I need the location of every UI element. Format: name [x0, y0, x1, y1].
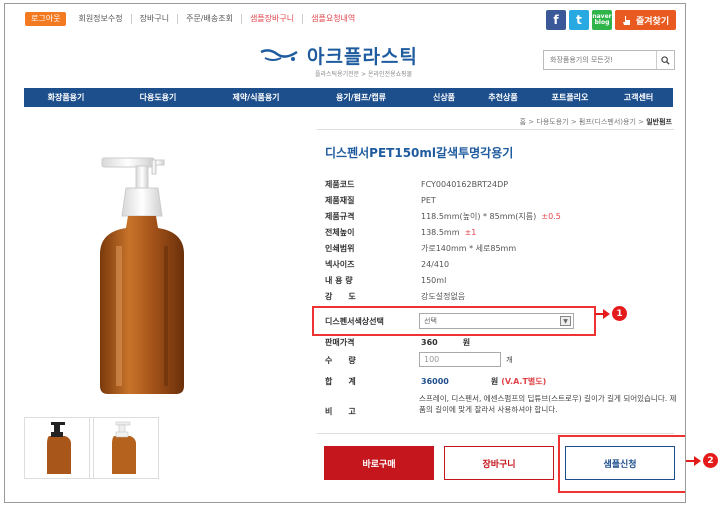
spec-label: 제품코드	[325, 179, 355, 189]
toplink-order-status[interactable]: 주문/배송조회	[177, 14, 241, 24]
favorites-button[interactable]: 즐겨찾기	[615, 10, 677, 30]
total-value: 36000	[421, 376, 449, 386]
total-unit: 원	[490, 376, 499, 386]
price-value: 360 원	[421, 337, 471, 347]
social-links: f t naver blog 즐겨찾기	[546, 10, 677, 30]
spec-label: 강 도	[325, 291, 356, 301]
annotation-marker-1: 1	[612, 306, 627, 321]
spec-row: 전체높이 138.5mm ±1	[325, 224, 675, 240]
spec-value: 150ml	[421, 275, 447, 285]
nav-pharma-food[interactable]: 제약/식품용기	[208, 88, 304, 107]
hand-icon	[623, 15, 630, 25]
spec-label: 내 용 량	[325, 275, 353, 285]
spec-label: 제품규격	[325, 211, 355, 221]
annotation-arrowhead	[603, 309, 610, 319]
nav-recommended[interactable]: 추천상품	[470, 88, 536, 107]
nav-new[interactable]: 신상품	[418, 88, 470, 107]
price-label: 판매가격	[325, 337, 355, 347]
spec-row: 인쇄범위 가로140mm * 세로85mm	[325, 240, 675, 256]
buy-now-button[interactable]: 바로구매	[324, 446, 434, 480]
total-row: 합 계 36000 원 (V.A.T별도)	[325, 373, 675, 389]
search-button[interactable]	[656, 51, 674, 69]
nav-multipurpose[interactable]: 다용도용기	[108, 88, 208, 107]
tolerance: ±1	[464, 227, 477, 237]
toplink-member-edit[interactable]: 회원정보수정	[70, 14, 130, 24]
logout-button[interactable]: 로그아웃	[25, 12, 67, 26]
nav-portfolio[interactable]: 포트폴리오	[536, 88, 604, 107]
main-nav: 화장품용기 다용도용기 제약/식품용기 용기/펌프/캡류 신상품 추천상품 포트…	[24, 88, 673, 107]
product-thumbnail[interactable]	[89, 417, 159, 479]
logo-subtitle: 플라스틱용기전문 > 온라인전용쇼핑몰	[315, 71, 413, 78]
note-label: 비 고	[325, 406, 356, 416]
color-select-dropdown[interactable]: 선택 ▼	[419, 313, 574, 329]
spec-label: 넥사이즈	[325, 259, 355, 269]
naver-blog-icon[interactable]: naver blog	[592, 10, 612, 30]
product-title: 디스펜서PET150ml갈색투명각용기	[325, 146, 514, 160]
wave-logo-icon	[260, 48, 298, 61]
total-label: 합 계	[325, 376, 356, 386]
nav-pump-cap[interactable]: 용기/펌프/캡류	[304, 88, 418, 107]
spec-label: 인쇄범위	[325, 243, 355, 253]
breadcrumb-home[interactable]: 홈	[520, 118, 526, 126]
site-logo[interactable]: 아크플라스틱	[259, 42, 418, 69]
toplink-sample-cart[interactable]: 샘플장바구니	[240, 14, 302, 24]
spec-value: 가로140mm * 세로85mm	[421, 243, 517, 253]
annotation-marker-2: 2	[703, 453, 718, 468]
quantity-unit: 개	[506, 356, 513, 364]
spec-value: 118.5mm(높이) * 85mm(지름) ±0.5	[421, 211, 561, 221]
toplink-cart[interactable]: 장바구니	[130, 14, 177, 24]
divider	[317, 129, 674, 130]
spec-row: 제품코드 FCY0040162BRT24DP	[325, 176, 675, 192]
divider	[317, 433, 674, 434]
note-text: 스프레이, 디스펜서, 에센스펌프의 딥튜브(스트로우) 길이가 길게 되어있습…	[419, 394, 677, 414]
breadcrumb: 홈 > 다용도용기 > 펌프(디스펜서)용기 > 일반펌프	[519, 118, 672, 126]
spec-value: 강도설정없음	[421, 291, 466, 301]
tolerance: ±0.5	[541, 211, 561, 221]
spec-row: 내 용 량 150ml	[325, 272, 675, 288]
spec-value: PET	[421, 195, 436, 205]
chevron-down-icon[interactable]: ▼	[560, 316, 571, 326]
naver-blog-bottom: blog	[594, 19, 610, 26]
price-row: 판매가격 360 원	[325, 334, 675, 350]
nav-support[interactable]: 고객센터	[604, 88, 673, 107]
nav-cosmetic[interactable]: 화장품용기	[24, 88, 108, 107]
page-frame: 로그아웃 회원정보수정 장바구니 주문/배송조회 샘플장바구니 샘플요청내역 f…	[4, 3, 686, 503]
spec-row: 강 도 강도설정없음	[325, 288, 675, 304]
add-to-cart-button[interactable]: 장바구니	[444, 446, 554, 480]
search-input[interactable]	[544, 51, 656, 69]
spec-label: 전체높이	[325, 227, 355, 237]
spec-value: FCY0040162BRT24DP	[421, 179, 509, 189]
product-main-image	[24, 136, 296, 408]
product-thumbnail[interactable]	[24, 417, 94, 479]
spec-row: 넥사이즈 24/410	[325, 256, 675, 272]
search-box	[543, 50, 675, 70]
twitter-icon[interactable]: t	[569, 10, 589, 30]
quantity-label: 수 량	[325, 355, 356, 365]
breadcrumb-item[interactable]: 펌프(디스펜서)용기	[579, 118, 636, 126]
favorites-label: 즐겨찾기	[636, 16, 670, 27]
search-icon	[661, 55, 670, 65]
highlight-box-sample	[558, 435, 685, 493]
annotation-arrowhead	[694, 456, 701, 466]
facebook-icon[interactable]: f	[546, 10, 566, 30]
spec-label: 제품재질	[325, 195, 355, 205]
toplink-sample-requests[interactable]: 샘플요청내역	[302, 14, 363, 24]
color-select-label: 디스펜서색상선택	[325, 317, 384, 326]
vat-note: (V.A.T별도)	[501, 376, 547, 386]
color-select-value: 선택	[424, 317, 437, 325]
spec-row: 제품규격 118.5mm(높이) * 85mm(지름) ±0.5	[325, 208, 675, 224]
top-utility-bar: 로그아웃 회원정보수정 장바구니 주문/배송조회 샘플장바구니 샘플요청내역	[25, 12, 363, 26]
logo-title: 아크플라스틱	[307, 46, 418, 68]
spec-value: 24/410	[421, 259, 450, 269]
spec-value: 138.5mm ±1	[421, 227, 477, 237]
quantity-input[interactable]: 100	[419, 352, 501, 367]
spec-row: 제품재질 PET	[325, 192, 675, 208]
breadcrumb-current: 일반펌프	[646, 118, 672, 126]
breadcrumb-item[interactable]: 다용도용기	[536, 118, 568, 126]
